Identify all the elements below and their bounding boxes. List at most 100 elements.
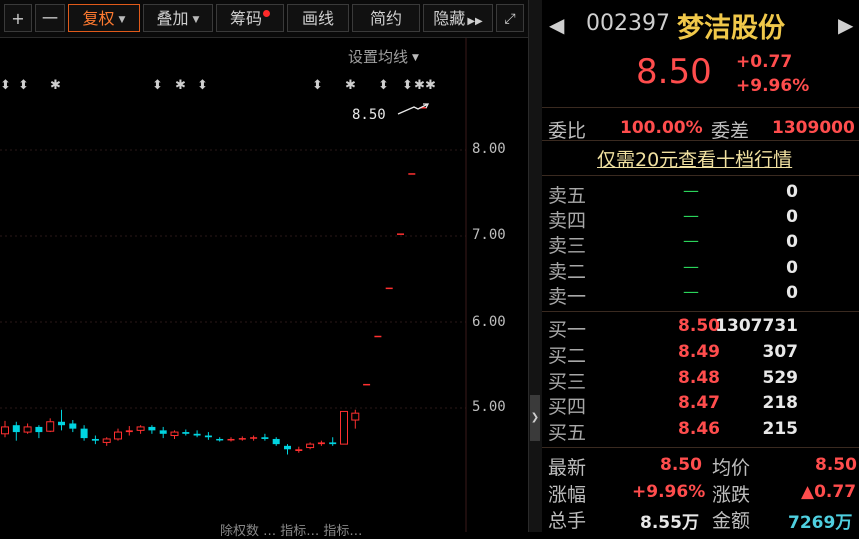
double-arrow-icon: ▶▶ xyxy=(467,16,483,27)
candle-body xyxy=(272,438,280,445)
buy-label: 买三 xyxy=(548,371,587,393)
chevron-down-icon: ▼ xyxy=(192,14,200,25)
candle-body xyxy=(374,335,382,338)
collapse-handle[interactable]: ❯ xyxy=(530,395,540,441)
settings-ma-dropdown[interactable]: 设置均线 ▼ xyxy=(348,46,419,67)
yincang-label: 隐藏 xyxy=(433,9,466,28)
buy-volume: 215 xyxy=(762,419,799,439)
junjia-value: 8.50 xyxy=(815,455,857,475)
indicator-tabs[interactable]: 除权数 … 指标… 指标… xyxy=(220,520,362,539)
chevron-down-icon: ▼ xyxy=(118,14,126,25)
huaxian-button[interactable]: 画线 xyxy=(287,4,349,32)
sell-volume: 0 xyxy=(786,283,798,303)
sell-label: 卖一 xyxy=(548,286,587,308)
candle-body xyxy=(329,442,337,445)
weibi-value: 100.00% xyxy=(620,118,703,138)
candle-body xyxy=(12,425,20,433)
buy-label: 买四 xyxy=(548,396,587,418)
zuixin-value: 8.50 xyxy=(660,455,702,475)
event-mark-icon: ⬍ xyxy=(18,78,29,93)
level2-promo-link[interactable]: 仅需20元查看十档行情 xyxy=(597,145,792,172)
fuquan-dropdown[interactable]: 复权 ▼ xyxy=(68,4,140,32)
buy-volume: 307 xyxy=(762,342,799,362)
candle-body xyxy=(250,437,258,439)
stock-code: 002397 xyxy=(586,11,670,36)
zongshou-label: 总手 xyxy=(548,510,587,532)
sell-label: 卖二 xyxy=(548,261,587,283)
candle-body xyxy=(295,449,303,451)
last-price-label: 8.50 xyxy=(352,107,386,123)
yincang-button[interactable]: 隐藏 ▶▶ xyxy=(423,4,493,32)
candle-body xyxy=(23,426,32,433)
next-stock-icon[interactable]: ▶ xyxy=(838,13,853,37)
fuquan-label: 复权 xyxy=(82,9,115,28)
jianyue-button[interactable]: 简约 xyxy=(352,4,420,32)
event-mark-icon: ⬍ xyxy=(378,78,389,93)
candle-body xyxy=(136,426,145,431)
zoom-out-button[interactable]: 一 xyxy=(35,4,65,32)
candle-body xyxy=(227,438,235,441)
candle-body xyxy=(69,423,77,429)
buy-row: 买四 8.47 218 xyxy=(548,392,848,418)
sell-row: 卖二 — 0 xyxy=(548,257,848,283)
sell-volume: 0 xyxy=(786,258,798,278)
zoom-in-button[interactable]: + xyxy=(4,4,32,32)
candle-body xyxy=(80,428,88,439)
buy-row: 买二 8.49 307 xyxy=(548,341,848,367)
candle-body xyxy=(35,426,43,433)
event-mark-icon: ⬍ xyxy=(0,78,11,93)
sell-volume: 0 xyxy=(786,232,798,252)
sell-volume: 0 xyxy=(786,182,798,202)
prev-stock-icon[interactable]: ◀ xyxy=(549,13,564,37)
buy-label: 买二 xyxy=(548,345,587,367)
sell-row: 卖四 — 0 xyxy=(548,206,848,232)
candle-body xyxy=(46,421,55,432)
zuixin-label: 最新 xyxy=(548,457,587,479)
candlestick-chart[interactable]: ⬍ ⬍ ✱ ⬍ ✱ ⬍ ⬍ ✱ ⬍ ⬍ ✱ ✱ xyxy=(0,38,528,532)
zhangdie-value: ▲0.77 xyxy=(801,482,857,502)
expand-icon[interactable]: ⤢ xyxy=(496,4,524,32)
y-tick-label: 6.00 xyxy=(472,314,506,330)
candle-body xyxy=(204,435,212,438)
event-mark-icon: ✱ xyxy=(345,78,356,93)
candle-body xyxy=(284,445,291,450)
candle-body xyxy=(193,433,201,436)
sell-label: 卖五 xyxy=(548,185,587,207)
event-mark-icon: ⬍ xyxy=(152,78,163,93)
zhangfu-value: +9.96% xyxy=(632,482,706,502)
candle-body xyxy=(148,426,156,431)
candle-body xyxy=(216,438,224,441)
jine-label: 金额 xyxy=(712,510,751,532)
candle-body xyxy=(408,173,416,175)
divider xyxy=(542,140,859,141)
divider xyxy=(542,311,859,312)
candle-body xyxy=(182,432,190,434)
candle-body xyxy=(1,426,9,435)
candle-body xyxy=(58,421,65,426)
price-change: +0.77 xyxy=(736,52,793,72)
candle-body xyxy=(340,410,348,445)
jine-value: 7269万 xyxy=(788,513,853,533)
divider xyxy=(542,175,859,176)
sell-row: 卖一 — 0 xyxy=(548,282,848,308)
diejia-dropdown[interactable]: 叠加 ▼ xyxy=(143,4,213,32)
sell-label: 卖四 xyxy=(548,210,587,232)
weicha-value: 1309000 xyxy=(772,118,855,138)
candle-body xyxy=(306,443,315,449)
candle-body xyxy=(238,438,246,440)
settings-ma-label: 设置均线 xyxy=(348,48,409,66)
candle-body xyxy=(351,412,360,421)
chevron-down-icon: ▼ xyxy=(412,52,419,63)
candle-body xyxy=(159,430,167,434)
buy-row: 买五 8.46 215 xyxy=(548,418,848,444)
candle-body xyxy=(317,442,325,445)
event-mark-icon: ✱ xyxy=(50,78,61,93)
stock-name: 梦洁股份 xyxy=(677,13,785,44)
sell-volume: 0 xyxy=(786,207,798,227)
arrow-icon xyxy=(397,103,430,115)
chart-candles xyxy=(1,107,427,455)
chouma-button[interactable]: 筹码 xyxy=(216,4,284,32)
divider xyxy=(542,107,859,108)
candle-body xyxy=(91,438,99,441)
buy-row: 买一 8.50 1307731 xyxy=(548,315,848,341)
